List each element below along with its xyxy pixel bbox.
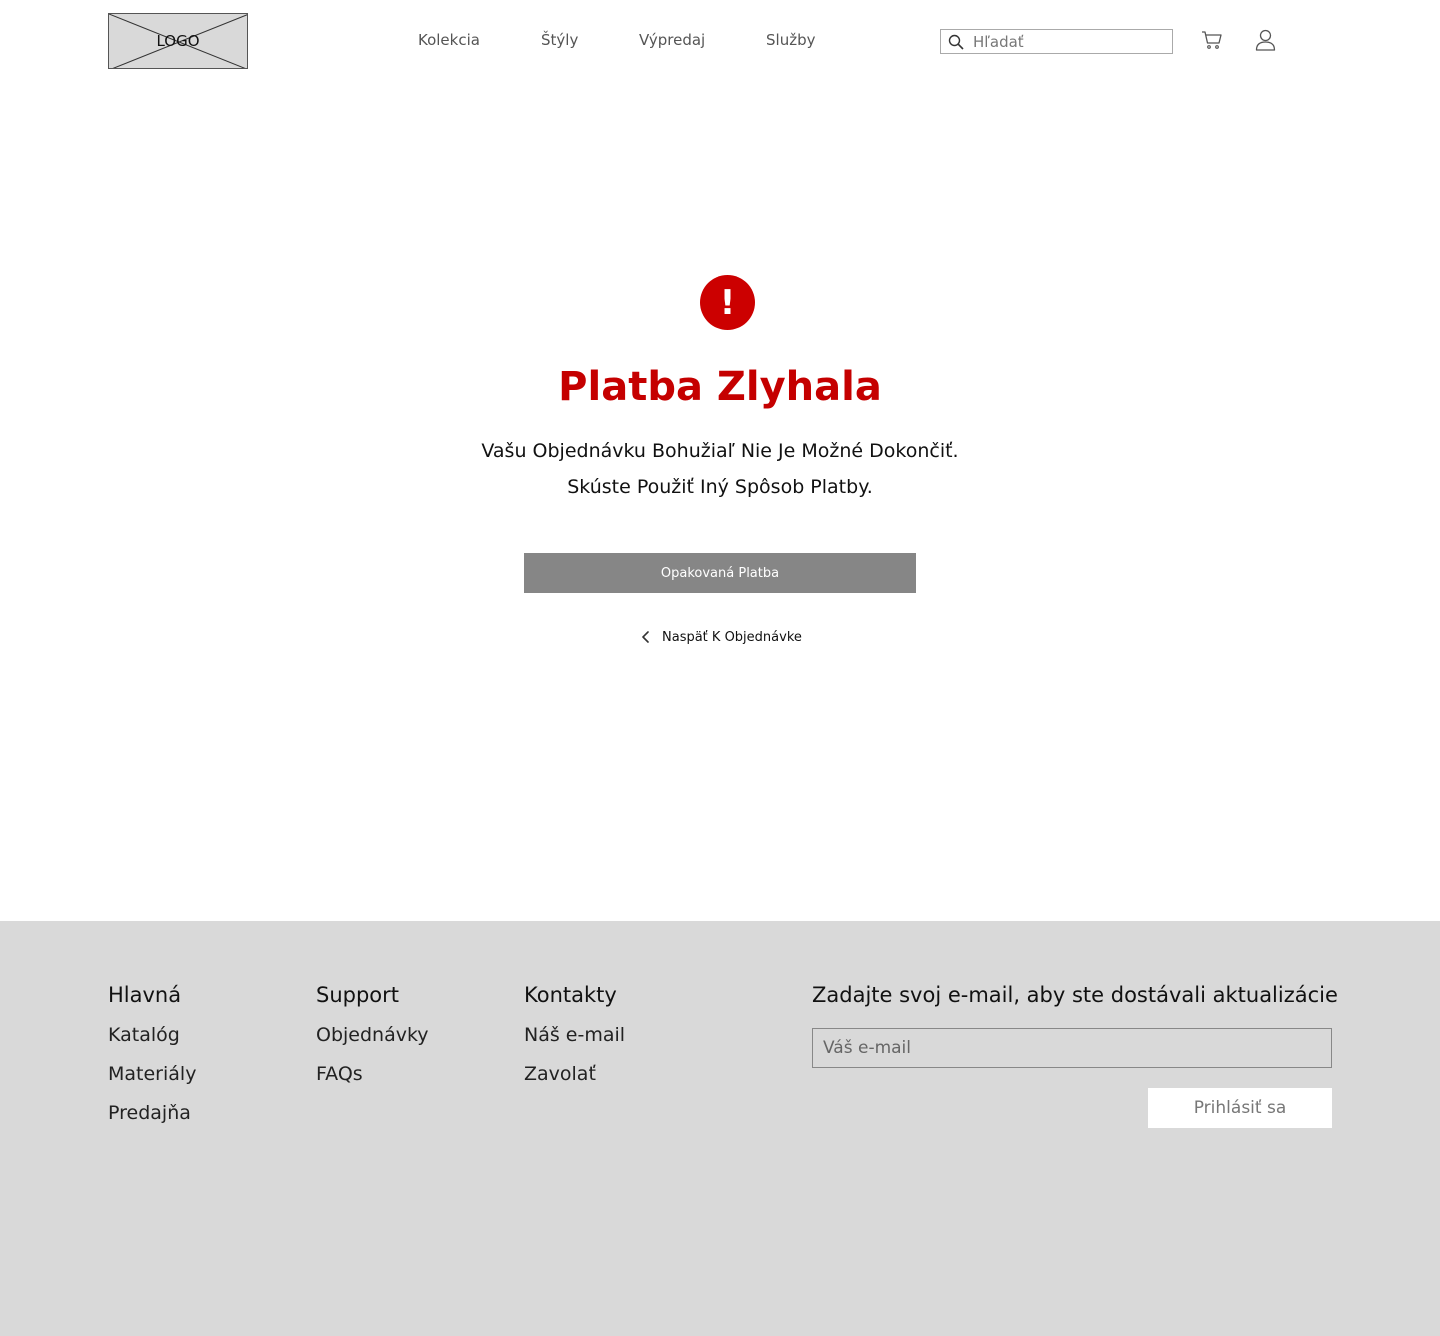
- footer: Hlavná Katalóg Materiály Predajňa Suppor…: [0, 921, 1440, 1336]
- retry-payment-button[interactable]: Opakovaná Platba: [524, 553, 916, 593]
- error-message-line1: Vašu Objednávku Bohužiaľ Nie Je Možné Do…: [481, 440, 959, 462]
- footer-link-objednavky[interactable]: Objednávky: [316, 1023, 429, 1048]
- page-title: Platba Zlyhala: [558, 364, 882, 410]
- footer-link-faqs[interactable]: FAQs: [316, 1062, 429, 1087]
- error-alert-icon: !: [700, 275, 755, 330]
- back-link-label: Naspäť K Objednávke: [662, 629, 802, 645]
- footer-column-title: Hlavná: [108, 983, 182, 1007]
- footer-link-predajna[interactable]: Predajňa: [108, 1101, 196, 1126]
- search-box[interactable]: [940, 29, 1173, 54]
- footer-link-email[interactable]: Náš e-mail: [524, 1023, 625, 1048]
- footer-column-kontakty: Kontakty Náš e-mail Zavolať: [524, 981, 625, 1101]
- nav-item-vypredaj[interactable]: Výpredaj: [639, 31, 705, 49]
- logo[interactable]: LOGO: [108, 13, 248, 69]
- search-icon: [948, 34, 964, 50]
- nav-item-kolekcia[interactable]: Kolekcia: [418, 31, 480, 49]
- footer-link-materialy[interactable]: Materiály: [108, 1062, 196, 1087]
- footer-link-zavolat[interactable]: Zavolať: [524, 1062, 625, 1087]
- footer-link-katalog[interactable]: Katalóg: [108, 1023, 196, 1048]
- cart-icon[interactable]: [1201, 30, 1223, 50]
- nav-item-sluzby[interactable]: Služby: [766, 31, 815, 49]
- chevron-left-icon: [642, 631, 649, 643]
- footer-column-hlavna: Hlavná Katalóg Materiály Predajňa: [108, 981, 196, 1140]
- footer-column-title: Kontakty: [524, 983, 617, 1007]
- newsletter-email-input[interactable]: [812, 1028, 1332, 1068]
- error-message-line2: Skúste Použiť Iný Spôsob Platby.: [567, 476, 873, 498]
- user-icon[interactable]: [1255, 29, 1276, 51]
- footer-column-title: Support: [316, 983, 400, 1007]
- footer-column-support: Support Objednávky FAQs: [316, 981, 429, 1101]
- newsletter-title: Zadajte svoj e-mail, aby ste dostávali a…: [812, 983, 1338, 1007]
- back-to-order-link[interactable]: Naspäť K Objednávke: [640, 628, 802, 646]
- logo-text: LOGO: [156, 32, 200, 50]
- subscribe-button[interactable]: Prihlásiť sa: [1148, 1088, 1332, 1128]
- search-input[interactable]: [973, 31, 1168, 52]
- nav-item-styly[interactable]: Štýly: [541, 31, 578, 49]
